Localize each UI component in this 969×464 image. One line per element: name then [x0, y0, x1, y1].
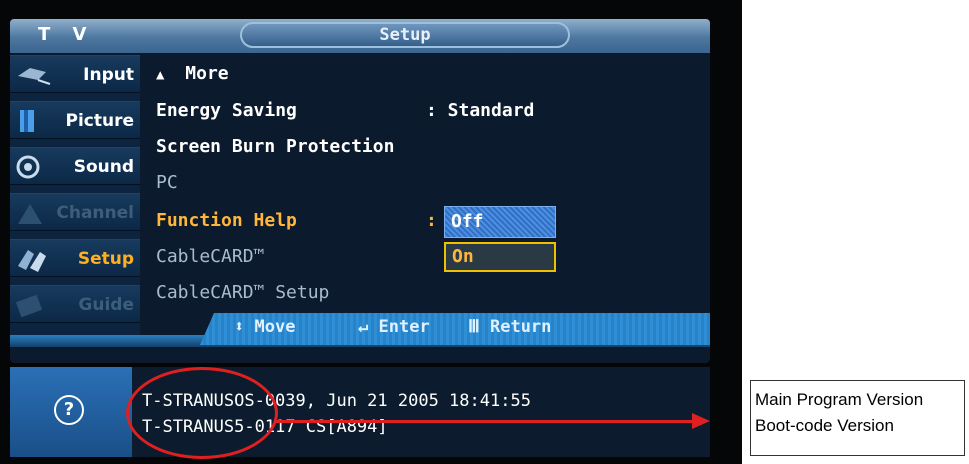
- arrow-up-icon: ▲: [156, 67, 165, 83]
- info-help-area: ?: [10, 367, 132, 457]
- help-icon: ?: [54, 395, 84, 425]
- enter-icon: ↵: [358, 317, 369, 337]
- menu-item-label: CableCARD™: [156, 246, 265, 267]
- arrow-right-icon: [692, 413, 710, 429]
- annotation-callout: Main Program Version Boot-code Version: [750, 380, 965, 456]
- sidebar-item-label: Sound: [73, 157, 134, 177]
- menu-item-cablecard-setup[interactable]: CableCARD™ Setup: [156, 282, 329, 312]
- sidebar-item-picture[interactable]: Picture: [10, 101, 140, 139]
- tv-label: T V: [38, 24, 95, 45]
- enter-hint: ↵ Enter: [358, 317, 430, 337]
- enter-label: Enter: [378, 317, 430, 337]
- menu-item-more[interactable]: ▲ More: [156, 63, 229, 93]
- option-off[interactable]: Off: [444, 206, 556, 238]
- menu-item-energy-saving[interactable]: Energy Saving : Standard: [156, 100, 556, 130]
- move-label: Move: [254, 317, 296, 337]
- sidebar-item-label: Guide: [78, 295, 134, 315]
- menu-item-label: Energy Saving: [156, 100, 297, 121]
- tv-screen: T V Setup Input Picture Sound Channel Se…: [0, 0, 742, 464]
- sidebar-item-label: Input: [83, 65, 134, 85]
- guide-icon: [16, 294, 43, 318]
- menu-item-cablecard[interactable]: CableCARD™: [156, 246, 264, 276]
- info-panel: ? T-STRANUSOS-0039, Jun 21 2005 18:41:55…: [10, 367, 710, 457]
- title-pill: Setup: [240, 22, 570, 48]
- page-title: Setup: [379, 25, 431, 45]
- input-icon: [18, 68, 51, 85]
- return-hint: Ⅲ Return: [468, 317, 551, 337]
- sidebar-nav: Input Picture Sound Channel Setup Guide: [10, 55, 140, 337]
- title-bar: T V Setup: [10, 19, 710, 53]
- setup-icon: [18, 250, 46, 272]
- callout-line-main: Main Program Version: [755, 390, 924, 409]
- sidebar-item-sound[interactable]: Sound: [10, 147, 140, 185]
- menu-item-screen-burn[interactable]: Screen Burn Protection: [156, 136, 394, 166]
- sidebar-item-label: Channel: [56, 203, 134, 223]
- sidebar-item-channel[interactable]: Channel: [10, 193, 140, 231]
- sidebar-item-input[interactable]: Input: [10, 55, 140, 93]
- menu-item-label: More: [185, 63, 229, 84]
- return-label: Return: [489, 317, 552, 337]
- sidebar-item-setup[interactable]: Setup: [10, 239, 140, 277]
- sidebar-item-guide[interactable]: Guide: [10, 285, 140, 323]
- osd-menu: T V Setup Input Picture Sound Channel Se…: [10, 19, 710, 363]
- setup-menu: ▲ More Energy Saving : Standard Screen B…: [156, 55, 710, 333]
- channel-icon: [18, 204, 42, 224]
- sidebar-item-label: Setup: [77, 249, 134, 269]
- picture-icon: [20, 110, 34, 132]
- callout-line-boot: Boot-code Version: [755, 416, 894, 435]
- menu-item-label: CableCARD™ Setup: [156, 282, 330, 303]
- move-icon: ⬍: [234, 317, 245, 337]
- highlight-oval: [126, 367, 278, 459]
- option-on[interactable]: On: [444, 242, 556, 272]
- sound-icon: [16, 155, 40, 179]
- sidebar-item-label: Picture: [65, 111, 134, 131]
- menu-item-label: PC: [156, 172, 178, 193]
- energy-saving-value: : Standard: [426, 100, 535, 121]
- return-icon: Ⅲ: [468, 317, 480, 337]
- menu-item-function-help[interactable]: Function Help : Off On: [156, 206, 566, 272]
- move-hint: ⬍ Move: [234, 317, 295, 337]
- menu-item-label: Function Help: [156, 210, 297, 231]
- function-help-colon: :: [426, 210, 437, 231]
- menu-item-label: Screen Burn Protection: [156, 136, 395, 157]
- annotation-arrow-line: [275, 420, 695, 423]
- help-bar: ⬍ Move ↵ Enter Ⅲ Return: [200, 313, 710, 345]
- menu-item-pc[interactable]: PC: [156, 172, 178, 202]
